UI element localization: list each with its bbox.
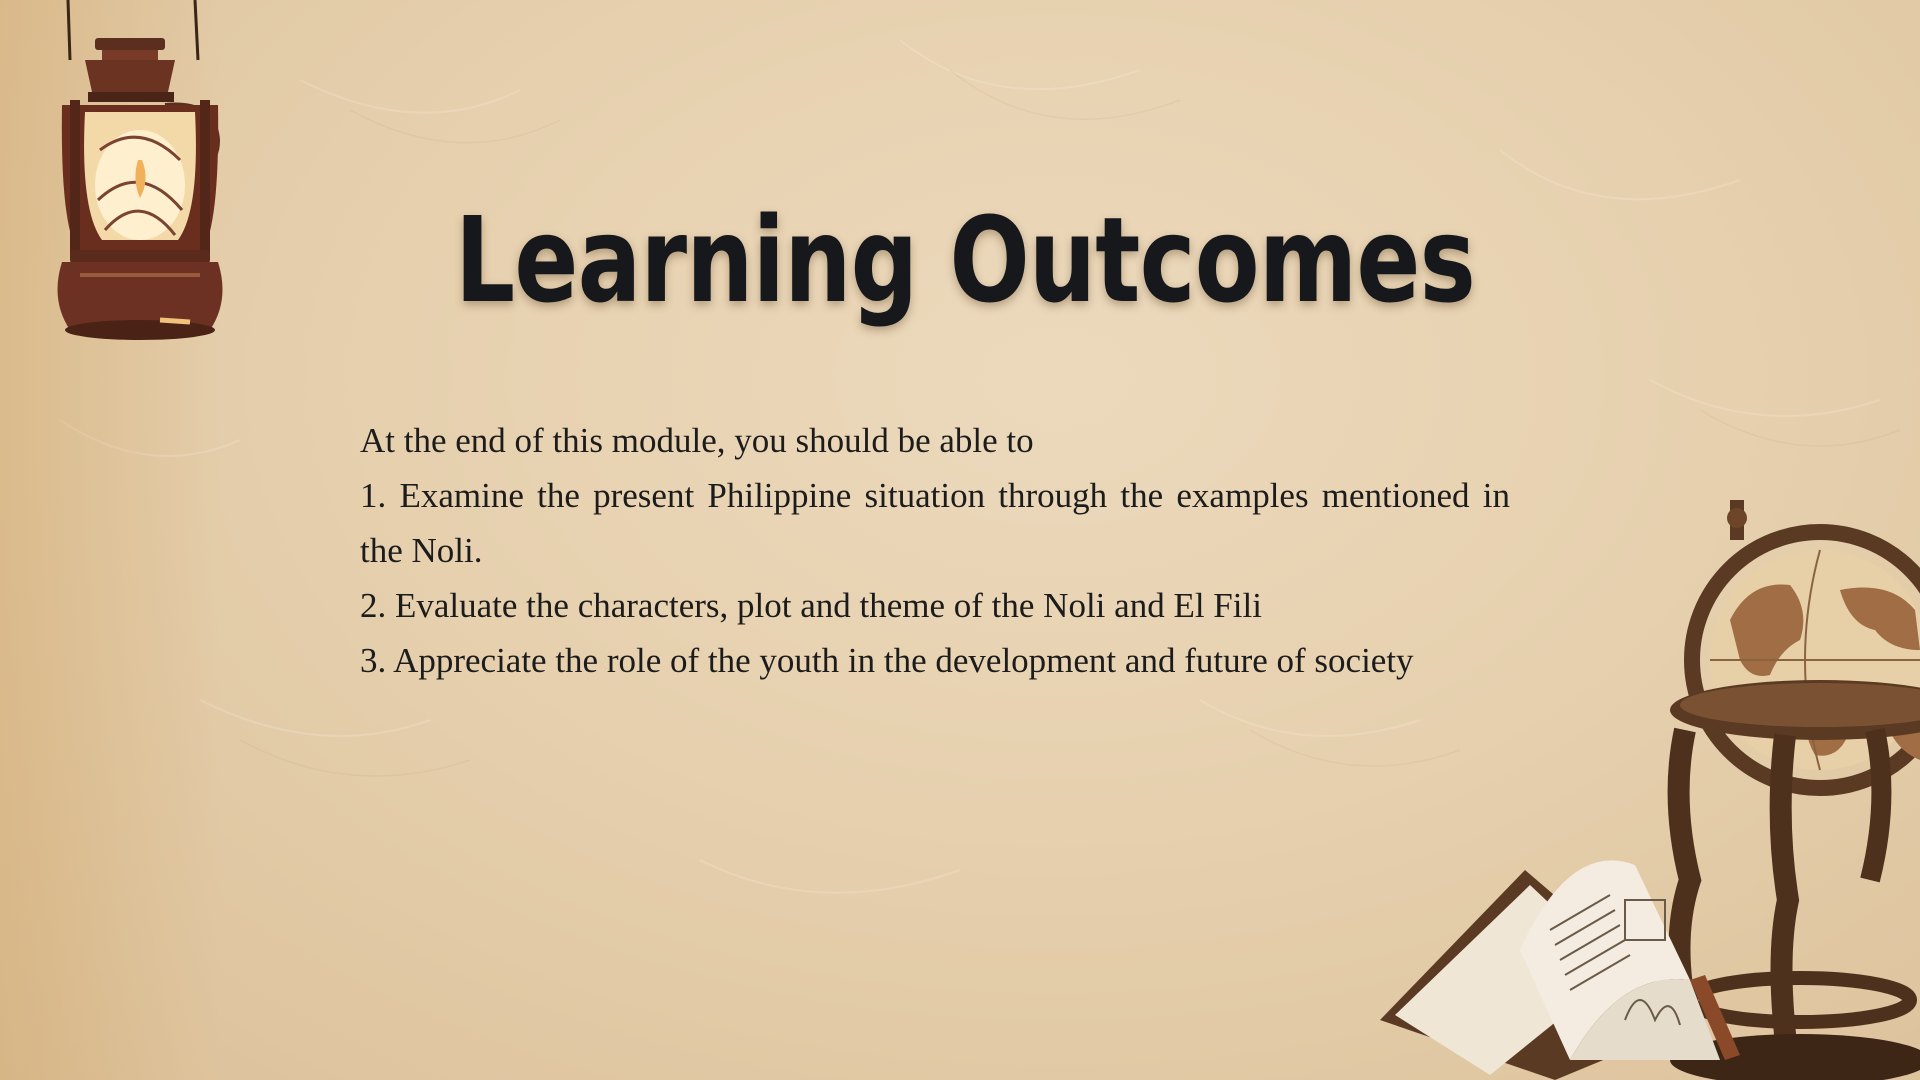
slide-title: Learning Outcomes: [455, 191, 1476, 329]
slide: Learning Outcomes At the end of this mod…: [0, 0, 1920, 1080]
globe-and-books-icon: [1380, 500, 1920, 1080]
outcome-item: 1. Examine the present Philippine situat…: [360, 476, 1510, 570]
slide-body: At the end of this module, you should be…: [360, 413, 1510, 688]
intro-text: At the end of this module, you should be…: [360, 421, 1034, 460]
outcome-item: 2. Evaluate the characters, plot and the…: [360, 586, 1262, 625]
lantern-icon: [57, 0, 223, 340]
outcome-item: 3. Appreciate the role of the youth in t…: [360, 641, 1414, 680]
